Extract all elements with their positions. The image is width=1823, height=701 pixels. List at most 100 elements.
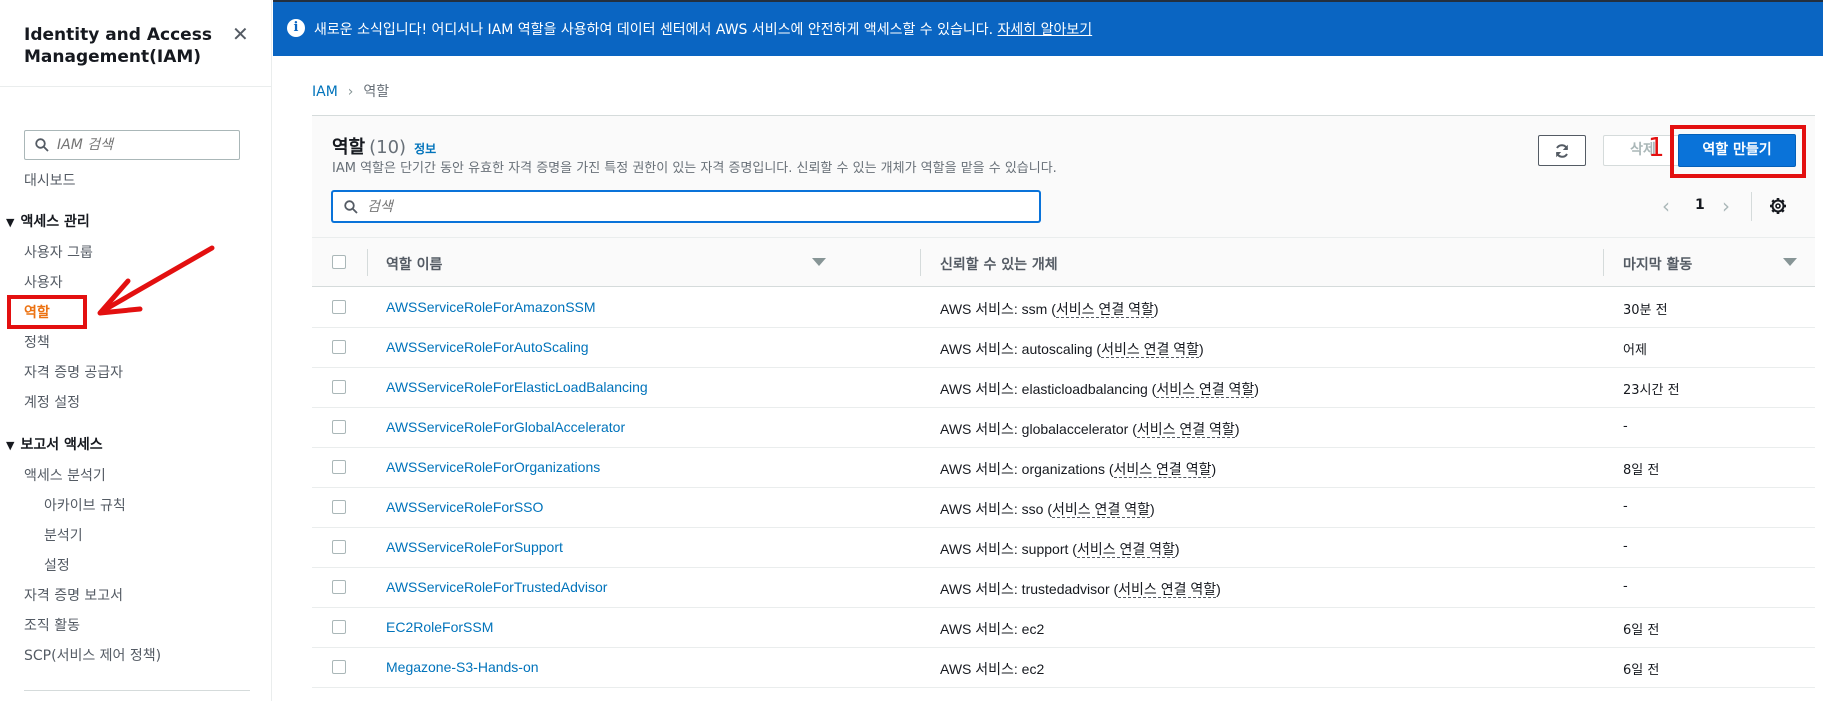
sidebar-item-org-activity[interactable]: 조직 활동 (24, 615, 80, 635)
table-row[interactable]: AWSServiceRoleForAmazonSSM AWS 서비스: ssm (… (312, 288, 1815, 328)
table-row[interactable]: EC2RoleForSSM AWS 서비스: ec2 6일 전 (312, 608, 1815, 648)
chevron-right-icon: › (347, 84, 354, 100)
service-linked-role-tooltip[interactable]: 서비스 연결 역할 (1113, 461, 1212, 478)
sidebar-section-label: 보고서 액세스 (20, 437, 103, 453)
row-checkbox[interactable] (332, 420, 346, 434)
announcement-banner: i 새로운 소식입니다! 어디서나 IAM 역할을 사용하여 데이터 센터에서 … (273, 0, 1823, 56)
row-checkbox[interactable] (332, 500, 346, 514)
trusted-entity-cell: AWS 서비스: ssm (서비스 연결 역할) (940, 299, 1159, 319)
role-name-link[interactable]: AWSServiceRoleForAutoScaling (386, 339, 589, 355)
sort-caret-icon[interactable] (1783, 258, 1797, 266)
sort-caret-icon[interactable] (812, 258, 826, 266)
table-row[interactable]: AWSServiceRoleForGlobalAccelerator AWS 서비… (312, 408, 1815, 448)
sidebar-item-account-settings[interactable]: 계정 설정 (24, 392, 80, 412)
trusted-entity-text: AWS 서비스: support ( (940, 541, 1077, 557)
trusted-entity-suffix: ) (1211, 461, 1217, 477)
last-activity-cell: 23시간 전 (1623, 383, 1680, 398)
service-linked-role-tooltip[interactable]: 서비스 연결 역할 (1136, 421, 1235, 438)
sidebar-item-dashboard[interactable]: 대시보드 (24, 170, 76, 190)
sidebar-search[interactable] (24, 130, 240, 160)
service-linked-role-tooltip[interactable]: 서비스 연결 역할 (1118, 581, 1217, 598)
info-link[interactable]: 정보 (414, 142, 436, 156)
sidebar-item-scp[interactable]: SCP(서비스 제어 정책) (24, 645, 161, 665)
chevron-right-icon[interactable]: › (1722, 194, 1730, 218)
roles-table-container: 역할 (10) 정보 IAM 역할은 단기간 동안 유효한 자격 증명을 가진 특정… (312, 115, 1815, 691)
service-linked-role-tooltip[interactable]: 서비스 연결 역할 (1101, 341, 1200, 358)
table-row[interactable]: Megazone-S3-Hands-on AWS 서비스: ec2 6일 전 (312, 648, 1815, 688)
service-linked-role-tooltip[interactable]: 서비스 연결 역할 (1076, 541, 1175, 558)
refresh-button[interactable] (1538, 135, 1586, 166)
roles-search-input[interactable] (367, 197, 1027, 217)
search-icon (35, 138, 49, 152)
role-name-link[interactable]: Megazone-S3-Hands-on (386, 659, 539, 675)
trusted-entity-suffix: ) (1153, 301, 1159, 317)
sidebar-item-settings[interactable]: 설정 (44, 555, 70, 575)
sidebar-item-archive-rules[interactable]: 아카이브 규칙 (44, 495, 126, 515)
column-header-last-activity[interactable]: 마지막 활동 (1623, 254, 1692, 274)
sidebar-item-users[interactable]: 사용자 (24, 272, 63, 292)
sidebar-item-user-groups[interactable]: 사용자 그룹 (24, 242, 93, 262)
sidebar: Identity and Access Management(IAM) ✕ 대시… (0, 0, 272, 701)
sidebar-search-input[interactable] (57, 135, 232, 155)
role-name-link[interactable]: AWSServiceRoleForSSO (386, 499, 543, 515)
last-activity-cell: - (1623, 499, 1628, 514)
trusted-entity-text: AWS 서비스: ec2 (940, 661, 1045, 677)
close-icon[interactable]: ✕ (232, 22, 249, 46)
table-row[interactable]: AWSServiceRoleForTrustedAdvisor AWS 서비스: … (312, 568, 1815, 608)
trusted-entity-cell: AWS 서비스: sso (서비스 연결 역할) (940, 499, 1155, 519)
column-header-role-name[interactable]: 역할 이름 (386, 254, 442, 274)
sidebar-section-access-reports[interactable]: ▼ 보고서 액세스 (6, 434, 103, 454)
banner-message: 새로운 소식입니다! 어디서나 IAM 역할을 사용하여 데이터 센터에서 AW… (314, 19, 1092, 39)
trusted-entity-cell: AWS 서비스: autoscaling (서비스 연결 역할) (940, 339, 1204, 359)
service-linked-role-tooltip[interactable]: 서비스 연결 역할 (1055, 301, 1154, 318)
trusted-entity-text: AWS 서비스: trustedadvisor ( (940, 581, 1119, 597)
row-checkbox[interactable] (332, 460, 346, 474)
row-checkbox[interactable] (332, 620, 346, 634)
role-name-link[interactable]: EC2RoleForSSM (386, 619, 493, 635)
role-name-link[interactable]: AWSServiceRoleForOrganizations (386, 459, 600, 475)
role-name-link[interactable]: AWSServiceRoleForAmazonSSM (386, 299, 596, 315)
breadcrumb-iam[interactable]: IAM (312, 84, 338, 100)
sidebar-item-access-analyzer[interactable]: 액세스 분석기 (24, 465, 106, 485)
table-row[interactable]: AWSServiceRoleForAutoScaling AWS 서비스: aut… (312, 328, 1815, 368)
role-name-link[interactable]: AWSServiceRoleForGlobalAccelerator (386, 419, 625, 435)
row-checkbox[interactable] (332, 340, 346, 354)
pagination-divider (1751, 192, 1752, 221)
row-checkbox[interactable] (332, 580, 346, 594)
row-checkbox[interactable] (332, 540, 346, 554)
row-checkbox[interactable] (332, 660, 346, 674)
trusted-entity-suffix: ) (1174, 541, 1180, 557)
role-name-link[interactable]: AWSServiceRoleForElasticLoadBalancing (386, 379, 648, 395)
caret-down-icon: ▼ (6, 216, 15, 229)
trusted-entity-cell: AWS 서비스: trustedadvisor (서비스 연결 역할) (940, 579, 1221, 599)
service-linked-role-tooltip[interactable]: 서비스 연결 역할 (1156, 381, 1255, 398)
trusted-entity-text: AWS 서비스: autoscaling ( (940, 341, 1102, 357)
annotation-highlight-create (1670, 125, 1806, 178)
select-all-checkbox[interactable] (332, 255, 346, 269)
banner-learn-more-link[interactable]: 자세히 알아보기 (998, 22, 1093, 38)
column-header-trusted-entities[interactable]: 신뢰할 수 있는 개체 (940, 254, 1058, 274)
sidebar-item-analyzers[interactable]: 분석기 (44, 525, 83, 545)
chevron-left-icon[interactable]: ‹ (1662, 194, 1670, 218)
table-row[interactable]: AWSServiceRoleForSupport AWS 서비스: support… (312, 528, 1815, 568)
trusted-entity-suffix: ) (1254, 381, 1259, 397)
service-linked-role-tooltip[interactable]: 서비스 연결 역할 (1052, 501, 1150, 518)
page-title: 역할 (10) 정보 (332, 133, 436, 159)
sidebar-section-access-management[interactable]: ▼ 액세스 관리 (6, 211, 90, 231)
row-checkbox[interactable] (332, 300, 346, 314)
role-name-link[interactable]: AWSServiceRoleForSupport (386, 539, 563, 555)
roles-search[interactable] (332, 191, 1040, 222)
table-row[interactable]: AWSServiceRoleForElasticLoadBalancing AWS… (312, 368, 1815, 408)
refresh-icon (1556, 144, 1568, 158)
sidebar-item-credential-report[interactable]: 자격 증명 보고서 (24, 585, 123, 605)
table-row[interactable]: AWSServiceRoleForOrganizations AWS 서비스: o… (312, 448, 1815, 488)
role-name-link[interactable]: AWSServiceRoleForTrustedAdvisor (386, 579, 607, 595)
trusted-entity-text: AWS 서비스: ssm ( (940, 301, 1056, 317)
sidebar-item-identity-providers[interactable]: 자격 증명 공급자 (24, 362, 123, 382)
sidebar-item-policies[interactable]: 정책 (24, 332, 50, 352)
table-row[interactable]: AWSServiceRoleForSSO AWS 서비스: sso (서비스 연결… (312, 488, 1815, 528)
last-activity-cell: 30분 전 (1623, 303, 1668, 318)
gear-icon[interactable] (1769, 197, 1787, 215)
page-number[interactable]: 1 (1695, 197, 1705, 213)
row-checkbox[interactable] (332, 380, 346, 394)
